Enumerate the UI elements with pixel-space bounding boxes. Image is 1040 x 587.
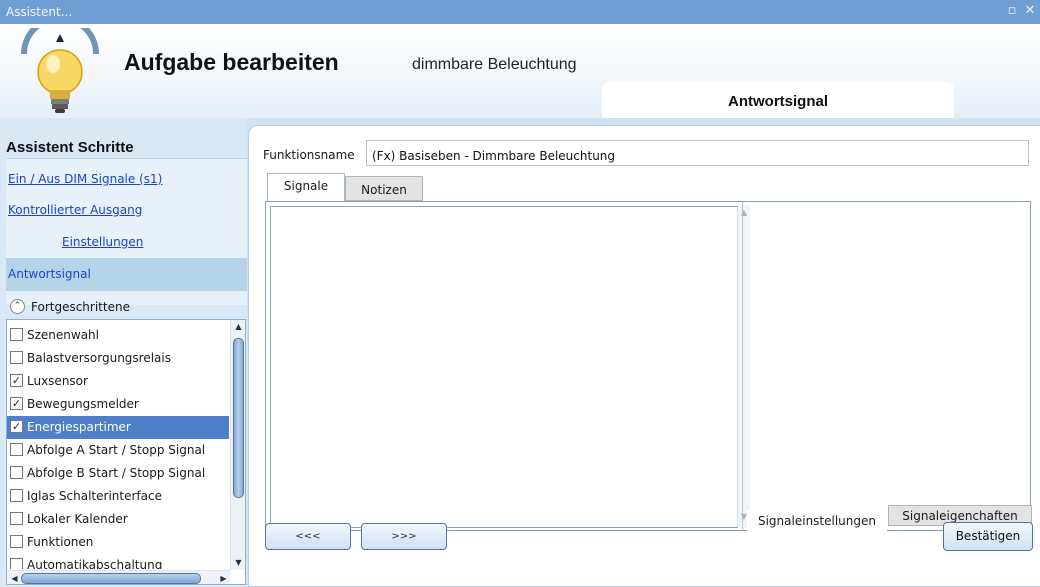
scroll-down-icon[interactable]: ▼ [233,557,244,568]
sidebar-heading: Assistent Schritte [6,139,134,156]
list-item-label: Szenenwahl [27,328,99,342]
list-item[interactable]: Automatikabschaltung [7,554,229,569]
checkbox[interactable] [10,489,23,502]
list-item[interactable]: Funktionen [7,531,229,554]
step-link-settings[interactable]: Einstellungen [62,235,143,249]
list-item-label: Abfolge A Start / Stopp Signal [27,443,206,457]
check-icon[interactable]: ✓ [10,420,23,433]
list-item-label: Bewegungsmelder [27,397,139,411]
current-step-tab: Antwortsignal [602,82,954,118]
next-button[interactable]: >>> [361,523,447,550]
step-list: Ein / Aus DIM Signale (s1) Kontrollierte… [6,158,247,305]
scroll-thumb[interactable] [21,573,201,584]
list-item-label: Balastversorgungsrelais [27,351,171,365]
checkbox[interactable] [10,351,23,364]
lightbulb-icon [21,28,99,113]
main-panel: Funktionsname Signale Notizen ▲ ▼ Signal… [248,125,1040,587]
scroll-left-icon[interactable]: ◀ [9,573,20,584]
scroll-thumb[interactable] [233,338,244,498]
scroll-right-icon[interactable]: ▶ [218,573,229,584]
step-link-output[interactable]: Kontrollierter Ausgang [8,203,142,217]
maximize-icon[interactable]: ▫ [1004,3,1020,19]
checkbox[interactable] [10,443,23,456]
page-title: Aufgabe bearbeiten [124,49,339,75]
chevron-up-icon[interactable]: ⌃ [10,299,25,314]
list-item-label: Luxsensor [27,374,88,388]
function-name-field[interactable] [366,140,1029,166]
step-link-response[interactable]: Antwortsignal [6,258,247,291]
list-item-selected[interactable]: ✓ Energiespartimer [7,416,229,439]
wizard-sidebar: Assistent Schritte Ein / Aus DIM Signale… [0,118,247,587]
list-item-label: Energiespartimer [27,420,131,434]
list-item[interactable]: Lokaler Kalender [7,508,229,531]
tab-notes[interactable]: Notizen [345,176,423,201]
advanced-options-list: Szenenwahl Balastversorgungsrelais ✓ Lux… [6,319,246,585]
window-title: Assistent... [6,5,73,19]
checkbox[interactable] [10,328,23,341]
tab-signals[interactable]: Signale [267,173,345,201]
step-link-signals[interactable]: Ein / Aus DIM Signale (s1) [8,172,162,186]
signal-properties-area: Signaleinstellungen Signaleigenchaften [742,202,1032,531]
check-icon[interactable]: ✓ [10,374,23,387]
list-item[interactable]: Iglas Schalterinterface [7,485,229,508]
checkbox[interactable] [10,535,23,548]
previous-button[interactable]: <<< [265,523,351,550]
page-subtitle: dimmbare Beleuchtung [412,56,577,73]
checkbox[interactable] [10,512,23,525]
confirm-button[interactable]: Bestätigen [943,522,1033,551]
list-item[interactable]: Szenenwahl [7,324,229,347]
list-item-label: Automatikabschaltung [27,558,163,569]
checkbox[interactable] [10,466,23,479]
tab-signal-settings[interactable]: Signaleinstellungen [747,510,887,531]
signal-list[interactable] [270,206,738,528]
list-item[interactable]: ✓ Luxsensor [7,370,229,393]
window-titlebar: Assistent... ▫ ✕ [0,0,1040,24]
wizard-header: Aufgabe bearbeiten dimmbare Beleuchtung … [0,24,1040,118]
advanced-toggle[interactable]: ⌃ Fortgeschrittene [6,297,247,319]
check-icon[interactable]: ✓ [10,397,23,410]
list-item-label: Abfolge B Start / Stopp Signal [27,466,206,480]
list-item-label: Iglas Schalterinterface [27,489,162,503]
list-item[interactable]: Abfolge A Start / Stopp Signal [7,439,229,462]
scroll-up-icon[interactable]: ▲ [233,321,244,332]
advanced-label: Fortgeschrittene [31,300,130,314]
checkbox[interactable] [10,558,23,569]
close-icon[interactable]: ✕ [1022,3,1038,19]
signals-panel: ▲ ▼ Signaleinstellungen Signaleigenchaft… [265,201,1032,531]
horizontal-scrollbar[interactable]: ◀ ▶ [7,570,230,584]
list-item-label: Funktionen [27,535,94,549]
list-item[interactable]: Abfolge B Start / Stopp Signal [7,462,229,485]
list-item-label: Lokaler Kalender [27,512,128,526]
function-name-label: Funktionsname [263,148,355,162]
list-item[interactable]: ✓ Bewegungsmelder [7,393,229,416]
step-link-response-label: Antwortsignal [8,267,91,281]
list-item[interactable]: Balastversorgungsrelais [7,347,229,370]
vertical-scrollbar[interactable]: ▲ ▼ [230,320,245,570]
